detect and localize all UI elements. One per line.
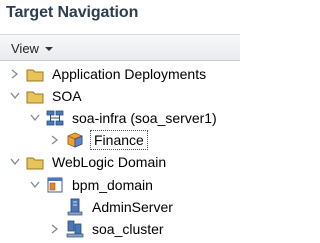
folder-icon xyxy=(26,66,44,82)
tree-node-label: SOA xyxy=(52,88,82,104)
expand-arrow-icon[interactable] xyxy=(50,135,60,145)
view-menu-label: View xyxy=(11,40,39,56)
tree-node-bpm-domain[interactable]: bpm_domain xyxy=(30,174,155,196)
collapse-arrow-icon[interactable] xyxy=(10,91,20,101)
cluster-icon xyxy=(66,220,84,238)
domain-icon xyxy=(46,177,64,193)
toolbar: View xyxy=(0,34,240,61)
view-menu-button[interactable]: View xyxy=(11,39,53,57)
panel-title: Target Navigation xyxy=(6,4,139,21)
server-icon xyxy=(66,198,84,216)
tree-node-soa-infra[interactable]: soa-infra (soa_server1) xyxy=(30,107,219,129)
chevron-down-icon xyxy=(44,47,53,51)
folder-icon xyxy=(26,154,44,170)
tree-node-soa[interactable]: SOA xyxy=(10,85,84,107)
tree-node-weblogic-domain[interactable]: WebLogic Domain xyxy=(10,151,168,173)
expand-arrow-icon[interactable] xyxy=(50,224,60,234)
tree-node-adminserver[interactable]: AdminServer xyxy=(66,196,175,218)
soa-infra-icon xyxy=(46,110,64,126)
tree-node-label: Finance xyxy=(90,130,148,150)
tree-node-label: Application Deployments xyxy=(52,66,207,82)
tree-node-label: soa-infra (soa_server1) xyxy=(72,110,217,126)
collapse-arrow-icon[interactable] xyxy=(10,157,20,167)
tree-node-label: WebLogic Domain xyxy=(52,154,167,170)
collapse-arrow-icon[interactable] xyxy=(30,113,40,123)
partition-icon xyxy=(66,132,84,148)
tree-node-label: soa_cluster xyxy=(92,221,164,237)
tree-node-finance[interactable]: Finance xyxy=(50,129,148,151)
tree-node-label: AdminServer xyxy=(92,199,173,215)
expand-arrow-icon[interactable] xyxy=(10,69,20,79)
tree-node-label: bpm_domain xyxy=(72,177,153,193)
tree-node-application-deployments[interactable]: Application Deployments xyxy=(10,63,208,85)
tree-node-soa-cluster[interactable]: soa_cluster xyxy=(50,218,166,240)
folder-icon xyxy=(26,88,44,104)
collapse-arrow-icon[interactable] xyxy=(30,180,40,190)
